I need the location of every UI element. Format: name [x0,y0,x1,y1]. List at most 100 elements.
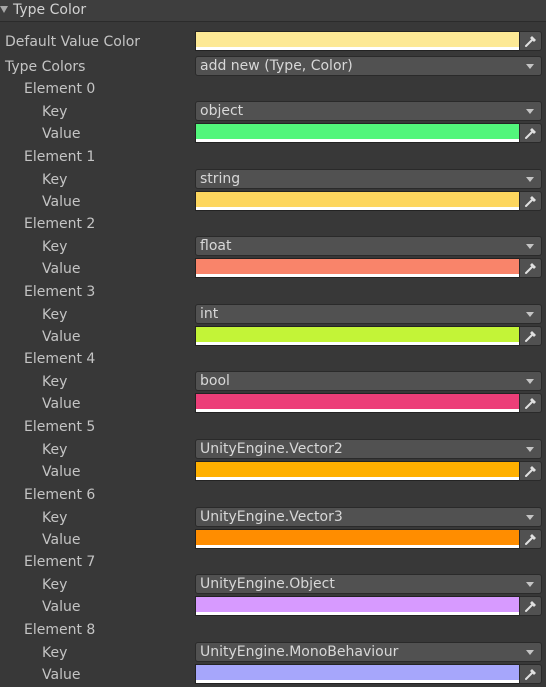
value-color-field[interactable] [195,393,520,414]
key-label: Key [42,171,68,188]
key-type-value: UnityEngine.Vector3 [200,508,343,525]
key-type-dropdown[interactable]: int [195,303,542,324]
key-type-dropdown[interactable]: float [195,236,542,257]
chevron-down-icon [526,311,534,317]
value-color-swatch [196,529,519,545]
value-label: Value [42,126,81,142]
value-color-swatch [196,664,519,680]
eyedropper-icon [525,128,536,139]
key-type-dropdown[interactable]: UnityEngine.Vector3 [195,506,542,527]
element-label: Element 5 [24,419,96,435]
chevron-down-icon [526,582,534,588]
value-color-field[interactable] [195,663,520,684]
key-label: Key [42,239,68,256]
value-eyedropper-button[interactable] [519,190,542,211]
eyedropper-icon [525,195,536,207]
value-color-field[interactable] [195,325,520,346]
value-color-swatch [196,394,519,410]
chevron-down-icon [526,379,534,385]
key-type-value: UnityEngine.MonoBehaviour [200,643,399,660]
eyedropper-icon [525,330,536,342]
key-type-value: UnityEngine.Vector2 [200,441,343,457]
key-label: Key [42,442,68,458]
value-eyedropper-button[interactable] [519,596,542,617]
value-label: Value [42,464,81,480]
key-type-dropdown[interactable]: UnityEngine.MonoBehaviour [195,641,542,662]
element-label: Element 7 [24,554,96,571]
value-color-swatch [196,597,519,613]
value-label: Value [42,261,81,278]
eyedropper-icon [525,533,536,545]
value-label: Value [42,193,81,210]
eyedropper-icon [525,263,536,275]
eyedropper-icon [525,466,536,477]
key-type-value: int [200,305,219,322]
default-value-color-field[interactable] [195,31,520,51]
chevron-down-icon [526,649,534,655]
value-color-swatch [196,191,519,207]
default-value-color-label: Default Value Color [5,34,141,50]
eyedropper-icon [525,601,536,613]
chevron-down-icon [526,514,534,520]
key-type-value: object [200,103,244,119]
key-label: Key [42,104,68,120]
key-label: Key [42,644,68,661]
key-type-dropdown[interactable]: UnityEngine.Object [195,574,542,595]
value-color-swatch [196,124,519,139]
element-label: Element 8 [24,621,96,638]
value-label: Value [42,599,81,616]
key-type-value: string [200,170,241,187]
key-type-dropdown[interactable]: UnityEngine.Vector2 [195,439,542,459]
eyedropper-icon [525,36,536,47]
element-label: Element 2 [24,216,96,233]
key-type-value: float [200,238,232,255]
key-type-dropdown[interactable]: bool [195,371,542,392]
default-value-color-swatch [196,32,519,47]
value-eyedropper-button[interactable] [519,528,542,549]
key-label: Key [42,509,68,526]
key-type-dropdown[interactable]: string [195,168,542,189]
value-label: Value [42,396,81,413]
chevron-down-icon [526,447,534,452]
value-color-field[interactable] [195,190,520,211]
value-label: Value [42,328,81,345]
element-label: Element 4 [24,351,96,368]
value-eyedropper-button[interactable] [519,461,542,481]
key-label: Key [42,306,68,323]
eyedropper-icon [525,668,536,680]
key-type-value: UnityEngine.Object [200,576,335,593]
value-color-field[interactable] [195,123,520,143]
add-new-dropdown-value: add new (Type, Color) [200,58,353,74]
value-eyedropper-button[interactable] [519,663,542,684]
value-label: Value [42,666,81,683]
value-color-swatch [196,462,519,477]
key-label: Key [42,374,68,391]
value-color-field[interactable] [195,596,520,617]
element-label: Element 0 [24,81,96,97]
value-eyedropper-button[interactable] [519,393,542,414]
chevron-down-icon [526,244,534,250]
value-label: Value [42,531,81,548]
value-color-field[interactable] [195,461,520,481]
element-label: Element 6 [24,486,96,503]
value-color-field[interactable] [195,528,520,549]
key-label: Key [42,577,68,594]
eyedropper-icon [525,398,536,410]
type-color-foldout-header[interactable]: Type Color [0,0,546,22]
chevron-down-icon [526,64,534,69]
key-type-dropdown[interactable]: object [195,101,542,121]
key-type-value: bool [200,373,230,390]
value-eyedropper-button[interactable] [519,258,542,279]
type-color-title: Type Color [13,2,87,18]
value-eyedropper-button[interactable] [519,123,542,143]
foldout-arrow-icon[interactable] [0,6,8,13]
add-new-type-color-dropdown[interactable]: add new (Type, Color) [195,56,542,76]
element-label: Element 1 [24,148,96,165]
value-eyedropper-button[interactable] [519,325,542,346]
value-color-swatch [196,259,519,275]
default-value-eyedropper-button[interactable] [519,31,542,51]
value-color-swatch [196,326,519,342]
chevron-down-icon [526,109,534,114]
chevron-down-icon [526,176,534,182]
value-color-field[interactable] [195,258,520,279]
